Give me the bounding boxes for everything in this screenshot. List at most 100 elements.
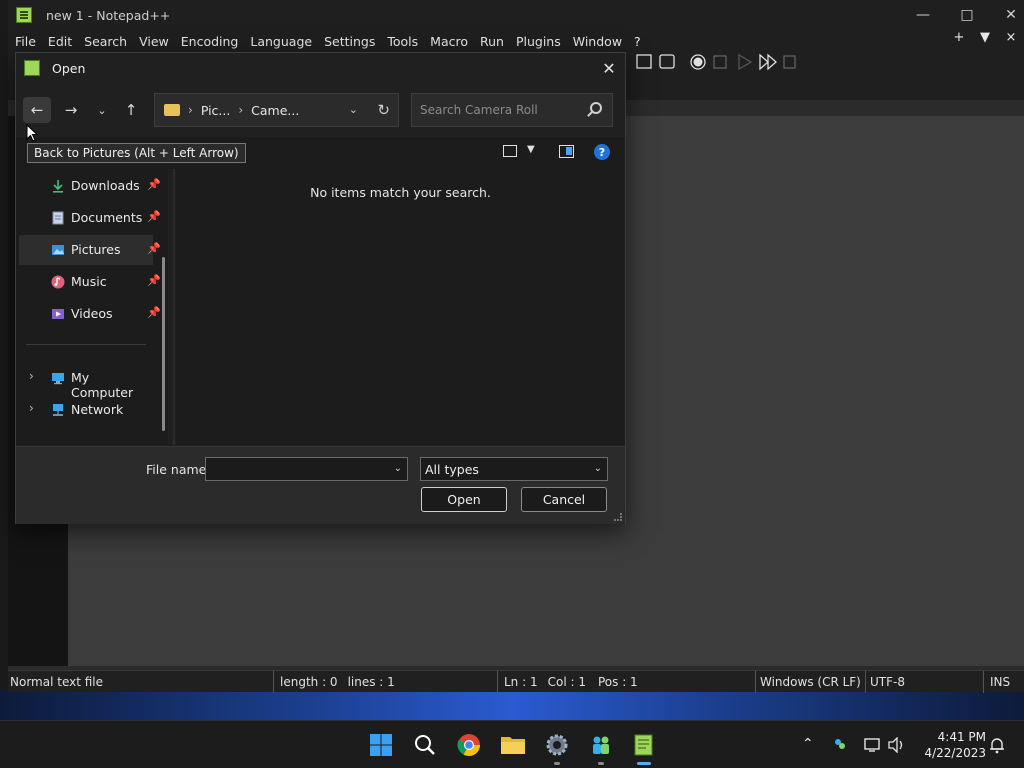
music-icon <box>51 275 65 289</box>
nav-divider <box>26 344 146 345</box>
pane-splitter[interactable] <box>173 169 175 445</box>
nav-item-documents[interactable]: Documents 📌 <box>19 203 161 233</box>
menu-macro[interactable]: Macro <box>430 34 468 49</box>
refresh-icon[interactable]: ↻ <box>377 101 390 119</box>
maximize-button[interactable]: □ <box>944 0 990 30</box>
taskbar-notepadpp[interactable] <box>631 732 657 765</box>
change-view-icon[interactable] <box>503 145 517 157</box>
search-input[interactable] <box>420 103 580 117</box>
notifications-icon[interactable] <box>988 736 1006 754</box>
network-status-icon[interactable] <box>864 737 882 753</box>
nav-item-label: Network <box>71 402 124 417</box>
taskbar: ⌃ 4:41 PM 4/22/2023 <box>0 720 1024 768</box>
arrow-right-icon: → <box>64 101 78 119</box>
tab-list-icon[interactable]: ▼ <box>972 30 998 45</box>
menu-help[interactable]: ? <box>634 34 641 49</box>
desktop-wallpaper <box>0 690 1024 720</box>
nav-item-label: Documents <box>71 210 143 225</box>
notepadpp-icon <box>16 7 32 23</box>
nav-pane-scrollbar[interactable] <box>162 257 165 431</box>
nav-item-music[interactable]: Music 📌 <box>19 267 161 297</box>
status-length-lines: length : 0 lines : 1 <box>274 670 498 693</box>
dialog-title: Open <box>52 60 86 76</box>
nav-item-label: Videos <box>71 306 113 321</box>
breadcrumb-camera-roll[interactable]: Came... <box>251 103 299 118</box>
file-list[interactable]: No items match your search. <box>176 169 625 445</box>
menu-settings[interactable]: Settings <box>324 34 375 49</box>
taskbar-people-app[interactable] <box>588 732 614 765</box>
menu-tools[interactable]: Tools <box>387 34 418 49</box>
address-bar[interactable]: › Pic... › Came... ⌄ ↻ <box>154 93 399 127</box>
show-hidden-icons-button[interactable]: ⌃ <box>802 736 814 752</box>
video-icon <box>52 309 64 319</box>
menu-plugins[interactable]: Plugins <box>516 34 561 49</box>
back-button[interactable]: ← <box>23 97 51 123</box>
preview-pane-icon[interactable] <box>559 145 574 158</box>
nav-item-videos[interactable]: Videos 📌 <box>19 299 161 329</box>
status-bar: Normal text file length : 0 lines : 1 Ln … <box>8 670 1024 693</box>
view-dropdown-icon[interactable]: ▼ <box>527 144 535 155</box>
minimize-button[interactable]: — <box>900 0 946 30</box>
taskbar-file-explorer[interactable] <box>500 732 526 758</box>
windows-start-icon <box>370 734 392 756</box>
nav-item-my-computer[interactable]: › My Computer <box>19 363 153 400</box>
forward-button[interactable]: → <box>57 97 85 123</box>
menu-file[interactable]: File <box>15 34 36 49</box>
menu-run[interactable]: Run <box>480 34 504 49</box>
file-name-combobox[interactable]: ⌄ <box>205 457 408 481</box>
cancel-button[interactable]: Cancel <box>521 487 607 512</box>
menu-search[interactable]: Search <box>84 34 127 49</box>
pin-icon: 📌 <box>147 242 161 255</box>
close-tab-icon[interactable]: × <box>998 30 1024 45</box>
chevron-down-icon[interactable]: ⌄ <box>394 463 402 474</box>
file-type-value: All types <box>425 462 479 477</box>
menu-language[interactable]: Language <box>250 34 312 49</box>
navigation-pane: Downloads 📌 Documents 📌 Pictures 📌 Music… <box>16 169 168 445</box>
volume-icon[interactable] <box>888 737 906 753</box>
nav-item-network[interactable]: › Network <box>19 395 153 425</box>
clock-time: 4:41 PM <box>937 730 986 744</box>
recent-locations-button[interactable]: ⌄ <box>88 97 116 123</box>
start-button[interactable] <box>368 732 394 758</box>
taskbar-chrome[interactable] <box>456 732 482 758</box>
resize-grip-icon[interactable] <box>614 513 622 521</box>
taskbar-search-button[interactable] <box>412 732 438 758</box>
help-icon[interactable]: ? <box>594 144 610 160</box>
breadcrumb-pictures[interactable]: Pic... <box>201 103 231 118</box>
empty-message: No items match your search. <box>310 185 491 200</box>
nav-item-label: Downloads <box>71 178 140 193</box>
menu-edit[interactable]: Edit <box>48 34 72 49</box>
chevron-right-icon[interactable]: › <box>29 369 34 383</box>
address-dropdown-icon[interactable]: ⌄ <box>349 103 358 116</box>
menu-window[interactable]: Window <box>573 34 622 49</box>
network-icon <box>53 404 63 416</box>
status-encoding: UTF-8 <box>866 670 984 693</box>
file-type-select[interactable]: All types ⌄ <box>420 457 608 481</box>
tray-app-icon[interactable] <box>833 737 847 751</box>
menu-view[interactable]: View <box>139 34 169 49</box>
title-bar: new 1 - Notepad++ <box>8 0 1024 30</box>
notepadpp-icon <box>24 60 40 76</box>
mouse-cursor-icon <box>26 124 38 142</box>
new-tab-icon[interactable]: + <box>946 30 972 45</box>
status-position: Ln : 1 Col : 1 Pos : 1 <box>498 670 756 693</box>
status-file-type: Normal text file <box>8 670 274 693</box>
chevron-down-icon: ⌄ <box>97 103 107 117</box>
file-explorer-icon <box>501 737 525 754</box>
up-button[interactable]: ↑ <box>117 97 145 123</box>
open-button[interactable]: Open <box>421 487 507 512</box>
file-name-input[interactable] <box>210 461 380 477</box>
taskbar-settings[interactable] <box>544 732 570 765</box>
macro-toolbar-icons[interactable] <box>636 53 796 71</box>
pin-icon: 📌 <box>147 178 161 191</box>
menu-encoding[interactable]: Encoding <box>181 34 239 49</box>
chevron-right-icon[interactable]: › <box>29 401 34 415</box>
system-clock[interactable]: 4:41 PM 4/22/2023 <box>916 729 986 761</box>
search-box[interactable] <box>411 93 613 127</box>
nav-item-pictures[interactable]: Pictures 📌 <box>19 235 161 265</box>
close-window-button[interactable]: ✕ <box>988 0 1024 30</box>
dialog-footer: File name: ⌄ All types ⌄ Open Cancel <box>16 446 625 524</box>
close-dialog-button[interactable]: ✕ <box>597 57 621 79</box>
nav-item-downloads[interactable]: Downloads 📌 <box>19 171 161 201</box>
menu-bar: File Edit Search View Encoding Language … <box>8 30 1024 52</box>
